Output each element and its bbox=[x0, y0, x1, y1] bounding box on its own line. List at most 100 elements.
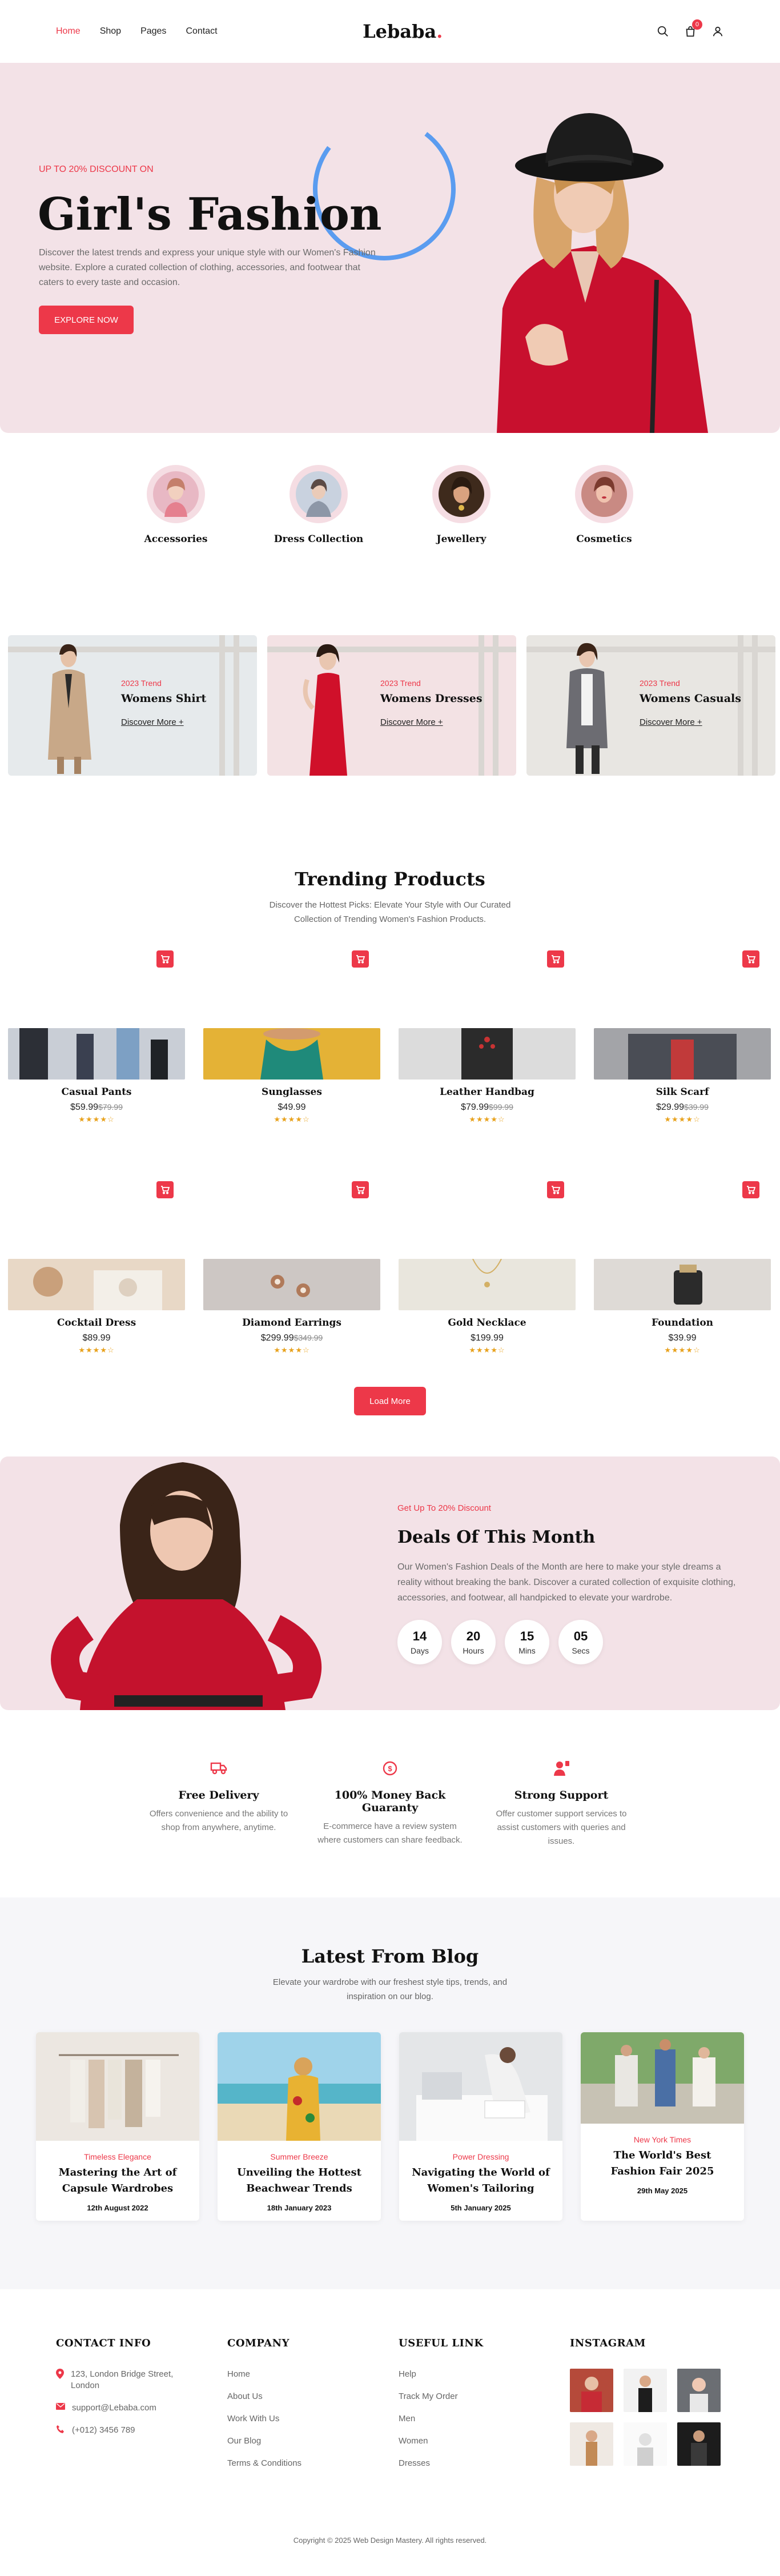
instagram-image[interactable] bbox=[677, 2422, 721, 2466]
product-card[interactable]: Gold Necklace $199.99 ★★★★☆ bbox=[399, 1173, 576, 1404]
cart-icon bbox=[747, 1186, 755, 1194]
instagram-image[interactable] bbox=[570, 2369, 613, 2412]
star-filled-icon: ★ bbox=[469, 1115, 477, 1124]
product-card[interactable]: Silk Scarf $29.99$39.99 ★★★★☆ bbox=[594, 942, 771, 1173]
add-to-cart-button[interactable] bbox=[352, 950, 369, 968]
old-price: $349.99 bbox=[293, 1333, 323, 1342]
blog-title: Unveiling the Hottest Beachwear Trends bbox=[237, 2166, 361, 2194]
product-card[interactable]: Diamond Earrings $299.99$349.99 ★★★★☆ bbox=[203, 1173, 380, 1404]
instagram-image[interactable] bbox=[624, 2369, 667, 2412]
instagram-image[interactable] bbox=[570, 2422, 613, 2466]
footer-link-help[interactable]: Help bbox=[399, 2369, 416, 2379]
map-pin-icon bbox=[56, 2369, 64, 2382]
product-name: Sunglasses bbox=[262, 1086, 322, 1098]
discover-more-link[interactable]: Discover More + bbox=[121, 717, 184, 727]
banner-womens-shirt[interactable]: 2023 Trend Womens Shirt Discover More + bbox=[8, 635, 257, 776]
product-price: $59.99$79.99 bbox=[8, 1102, 185, 1113]
product-card[interactable]: Sunglasses $49.99 ★★★★☆ bbox=[203, 942, 380, 1173]
site-logo[interactable]: Lebaba. bbox=[363, 21, 443, 42]
product-image[interactable] bbox=[203, 1028, 380, 1080]
site-footer: CONTACT INFO 123, London Bridge Street, … bbox=[0, 2337, 780, 2556]
instagram-image[interactable] bbox=[624, 2422, 667, 2466]
blog-card[interactable]: Timeless Elegance Mastering the Art of C… bbox=[36, 2032, 199, 2221]
product-image[interactable] bbox=[8, 1259, 185, 1310]
category-cosmetics[interactable]: Cosmetics bbox=[573, 467, 636, 545]
cart-icon bbox=[552, 1186, 560, 1194]
star-filled-icon: ★ bbox=[664, 1115, 672, 1124]
star-filled-icon: ★ bbox=[483, 1346, 491, 1354]
discover-more-link[interactable]: Discover More + bbox=[640, 717, 702, 727]
star-filled-icon: ★ bbox=[86, 1115, 93, 1124]
nav-pages[interactable]: Pages bbox=[140, 26, 166, 37]
product-image[interactable] bbox=[594, 1028, 771, 1080]
blog-tag: New York Times bbox=[633, 2135, 691, 2144]
footer-link-work[interactable]: Work With Us bbox=[227, 2414, 279, 2423]
discover-more-link[interactable]: Discover More + bbox=[380, 717, 443, 727]
footer-link-track[interactable]: Track My Order bbox=[399, 2392, 458, 2401]
add-to-cart-button[interactable] bbox=[547, 950, 564, 968]
footer-link-blog[interactable]: Our Blog bbox=[227, 2436, 261, 2446]
add-to-cart-button[interactable] bbox=[156, 1181, 174, 1198]
product-card[interactable]: Cocktail Dress $89.99 ★★★★☆ bbox=[8, 1173, 185, 1404]
product-image[interactable] bbox=[399, 1028, 576, 1080]
footer-link-terms[interactable]: Terms & Conditions bbox=[227, 2458, 301, 2468]
add-to-cart-button[interactable] bbox=[156, 950, 174, 968]
feature-text: E-commerce have a review system where cu… bbox=[317, 1821, 463, 1845]
add-to-cart-button[interactable] bbox=[742, 1181, 759, 1198]
instagram-image[interactable] bbox=[677, 2369, 721, 2412]
search-icon[interactable] bbox=[657, 25, 669, 38]
feature-text: Offer customer support services to assis… bbox=[496, 1809, 627, 1846]
footer-link-about[interactable]: About Us bbox=[227, 2392, 263, 2401]
contact-email[interactable]: support@Lebaba.com bbox=[56, 2402, 193, 2414]
shopping-bag-icon[interactable]: 0 bbox=[684, 19, 702, 38]
banner-womens-casuals[interactable]: 2023 Trend Womens Casuals Discover More … bbox=[526, 635, 775, 776]
star-filled-icon: ★ bbox=[281, 1115, 288, 1124]
section-title: Trending Products bbox=[295, 868, 485, 890]
timer-hours: 20 Hours bbox=[451, 1620, 496, 1664]
star-filled-icon: ★ bbox=[476, 1346, 484, 1354]
footer-link-women[interactable]: Women bbox=[399, 2436, 428, 2446]
footer-company-column: COMPANY Home About Us Work With Us Our B… bbox=[227, 2337, 399, 2480]
footer-heading: INSTAGRAM bbox=[570, 2337, 646, 2349]
footer-link-dresses[interactable]: Dresses bbox=[399, 2458, 430, 2468]
product-image[interactable] bbox=[8, 1028, 185, 1080]
nav-shop[interactable]: Shop bbox=[100, 26, 121, 37]
logo-dot: . bbox=[436, 21, 443, 42]
blog-card[interactable]: Summer Breeze Unveiling the Hottest Beac… bbox=[218, 2032, 381, 2221]
footer-link-men[interactable]: Men bbox=[399, 2414, 415, 2423]
footer-link-home[interactable]: Home bbox=[227, 2369, 250, 2379]
trending-section: Trending Products Discover the Hottest P… bbox=[0, 868, 780, 1415]
current-price: $89.99 bbox=[82, 1333, 111, 1343]
category-accessories[interactable]: Accessories bbox=[144, 467, 208, 545]
product-image[interactable] bbox=[594, 1259, 771, 1310]
star-filled-icon: ★ bbox=[281, 1346, 288, 1354]
hero-subtitle: UP TO 20% DISCOUNT ON bbox=[39, 164, 154, 174]
current-price: $29.99 bbox=[656, 1102, 685, 1112]
category-label: Jewellery bbox=[436, 533, 487, 545]
blog-card[interactable]: Power Dressing Navigating the World of W… bbox=[399, 2032, 562, 2221]
product-card[interactable]: Leather Handbag $79.99$99.99 ★★★★☆ bbox=[399, 942, 576, 1173]
product-card[interactable]: Casual Pants $59.99$79.99 ★★★★☆ bbox=[8, 942, 185, 1173]
hero-title: Girl's Fashion bbox=[38, 188, 382, 240]
product-card[interactable]: Foundation $39.99 ★★★★☆ bbox=[594, 1173, 771, 1404]
product-image[interactable] bbox=[399, 1259, 576, 1310]
svg-text:$: $ bbox=[388, 1764, 392, 1773]
add-to-cart-button[interactable] bbox=[742, 950, 759, 968]
star-filled-icon: ★ bbox=[483, 1115, 491, 1124]
banner-stripe bbox=[234, 635, 239, 776]
user-icon[interactable] bbox=[711, 25, 724, 38]
blog-card[interactable]: New York Times The World's Best Fashion … bbox=[581, 2032, 744, 2221]
nav-contact[interactable]: Contact bbox=[186, 26, 217, 37]
explore-now-button[interactable]: EXPLORE NOW bbox=[39, 306, 134, 334]
product-image[interactable] bbox=[203, 1259, 380, 1310]
instagram-grid bbox=[570, 2369, 753, 2466]
star-filled-icon: ★ bbox=[78, 1346, 86, 1354]
add-to-cart-button[interactable] bbox=[352, 1181, 369, 1198]
add-to-cart-button[interactable] bbox=[547, 1181, 564, 1198]
contact-phone[interactable]: (+012) 3456 789 bbox=[56, 2425, 193, 2437]
category-dress-collection[interactable]: Dress Collection bbox=[274, 467, 363, 545]
category-jewellery[interactable]: Jewellery bbox=[430, 467, 493, 545]
nav-home[interactable]: Home bbox=[56, 26, 81, 37]
banner-womens-dresses[interactable]: 2023 Trend Womens Dresses Discover More … bbox=[267, 635, 516, 776]
timer-value: 05 bbox=[573, 1629, 588, 1643]
